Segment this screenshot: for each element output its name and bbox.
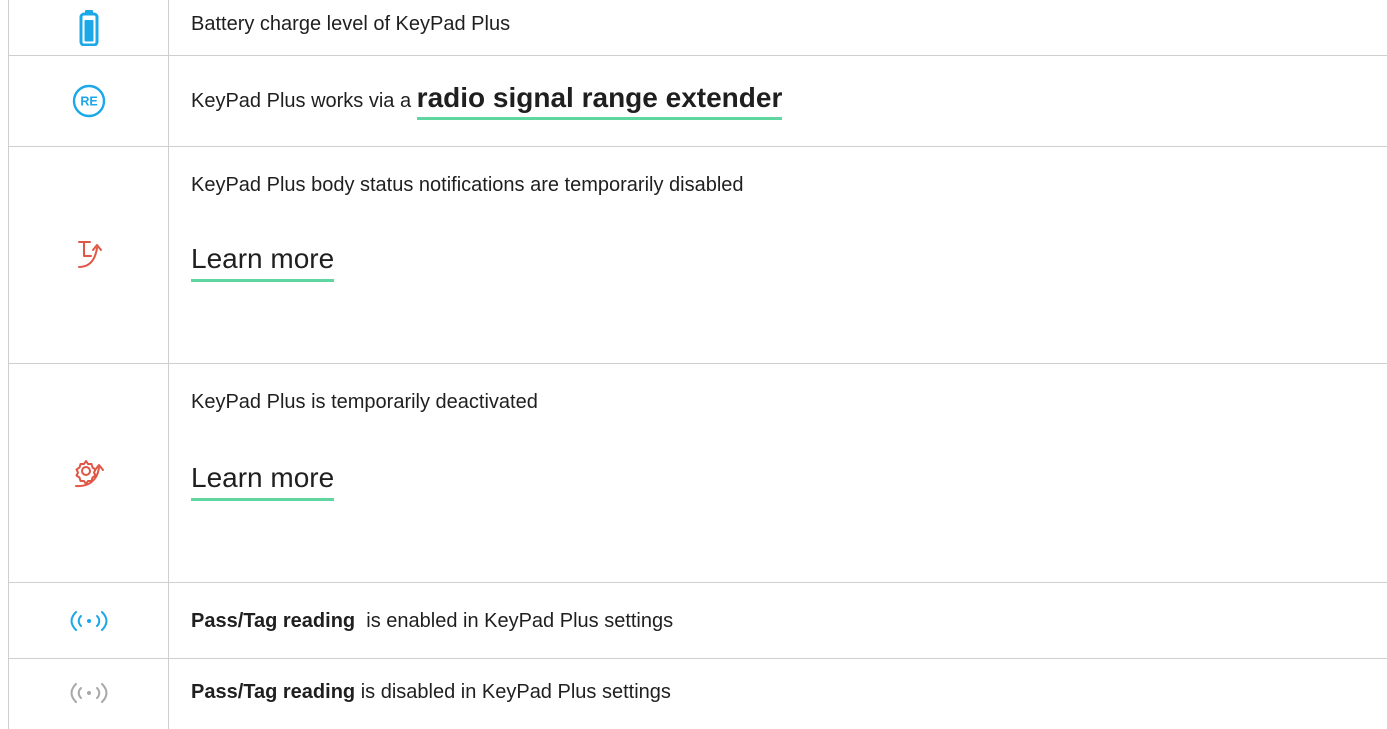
table-row: KeyPad Plus is temporarily deactivated L…: [8, 364, 1387, 583]
row-text: is enabled in KeyPad Plus settings: [360, 609, 674, 632]
learn-more-link[interactable]: Learn more: [191, 241, 335, 282]
status-icons-table: Battery charge level of KeyPad Plus RE K…: [8, 0, 1387, 729]
row-text: KeyPad Plus is temporarily deactivated: [191, 391, 538, 413]
table-row: RE KeyPad Plus works via a radio signal …: [8, 56, 1387, 147]
table-row: Pass/Tag reading is disabled in KeyPad P…: [8, 659, 1387, 729]
body-notifications-disabled-icon: [9, 147, 168, 363]
row-text: KeyPad Plus body status notifications ar…: [191, 174, 744, 196]
battery-icon: [9, 0, 168, 55]
learn-more-link[interactable]: Learn more: [191, 460, 335, 501]
pass-tag-disabled-icon: [9, 659, 168, 729]
pass-tag-enabled-icon: [9, 583, 168, 658]
svg-text:RE: RE: [80, 95, 97, 109]
temporarily-deactivated-icon: [9, 364, 168, 582]
row-bold-text: Pass/Tag reading: [191, 609, 356, 632]
table-row: Battery charge level of KeyPad Plus: [8, 0, 1387, 56]
row-bold-text: Pass/Tag reading: [191, 681, 356, 703]
row-text: is disabled in KeyPad Plus settings: [360, 681, 671, 703]
row-text: Battery charge level of KeyPad Plus: [191, 13, 511, 35]
table-row: Pass/Tag reading is enabled in KeyPad Pl…: [8, 583, 1387, 659]
row-text: KeyPad Plus works via a: [191, 90, 412, 112]
range-extender-link[interactable]: radio signal range extender: [416, 82, 783, 120]
range-extender-icon: RE: [9, 56, 168, 146]
table-row: KeyPad Plus body status notifications ar…: [8, 147, 1387, 364]
